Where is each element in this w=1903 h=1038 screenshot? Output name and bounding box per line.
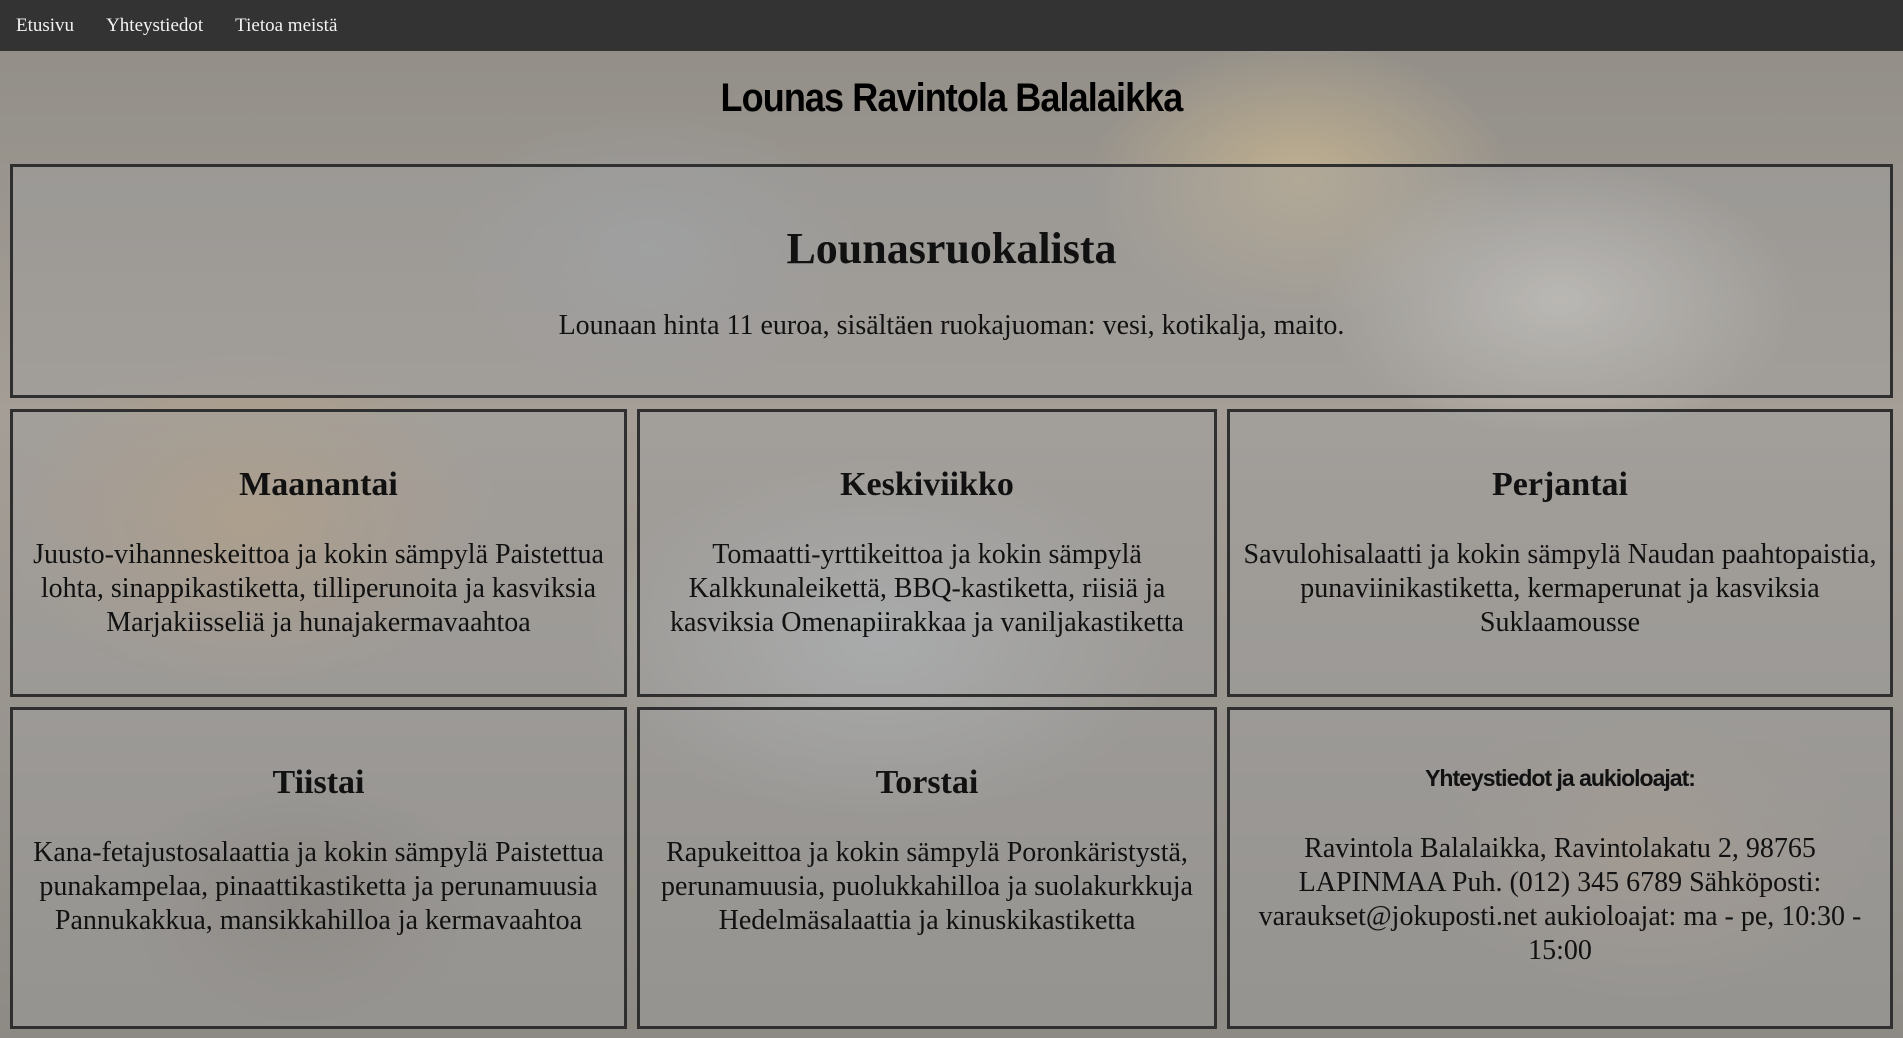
day-name-tuesday: Tiistai xyxy=(272,764,365,801)
day-card-wednesday: Keskiviikko Tomaatti-yrttikeittoa ja kok… xyxy=(637,409,1217,697)
day-menu-friday: Savulohisalaatti ja kokin sämpylä Naudan… xyxy=(1243,539,1877,638)
day-name-wednesday: Keskiviikko xyxy=(840,466,1014,503)
lunch-menu-header: Lounasruokalista Lounaan hinta 11 euroa,… xyxy=(10,164,1893,398)
contact-heading: Yhteystiedot ja aukioloajat: xyxy=(1425,765,1696,791)
day-card-monday: Maanantai Juusto-vihanneskeittoa ja koki… xyxy=(10,409,627,697)
nav-link-tietoa-meista[interactable]: Tietoa meistä xyxy=(219,0,353,51)
nav-link-etusivu[interactable]: Etusivu xyxy=(0,0,90,51)
contact-text: Ravintola Balalaikka, Ravintolakatu 2, 9… xyxy=(1258,833,1862,966)
day-menu-thursday: Rapukeittoa ja kokin sämpylä Poronkärist… xyxy=(661,837,1193,936)
day-name-monday: Maanantai xyxy=(239,466,398,503)
nav-link-yhteystiedot[interactable]: Yhteystiedot xyxy=(90,0,219,51)
day-menu-wednesday: Tomaatti-yrttikeittoa ja kokin sämpylä K… xyxy=(670,539,1184,638)
day-name-friday: Perjantai xyxy=(1492,466,1628,503)
day-card-thursday: Torstai Rapukeittoa ja kokin sämpylä Por… xyxy=(637,707,1217,1029)
day-name-thursday: Torstai xyxy=(875,764,979,801)
menu-price-text: Lounaan hinta 11 euroa, sisältäen ruokaj… xyxy=(558,310,1345,341)
day-menu-monday: Juusto-vihanneskeittoa ja kokin sämpylä … xyxy=(33,539,604,638)
day-menu-tuesday: Kana-fetajustosalaattia ja kokin sämpylä… xyxy=(33,837,604,936)
day-card-tuesday: Tiistai Kana-fetajustosalaattia ja kokin… xyxy=(10,707,627,1029)
day-card-friday: Perjantai Savulohisalaatti ja kokin sämp… xyxy=(1227,409,1893,697)
top-nav: Etusivu Yhteystiedot Tietoa meistä xyxy=(0,0,1903,51)
menu-heading: Lounasruokalista xyxy=(786,224,1117,273)
site-title: Lounas Ravintola Balalaikka xyxy=(720,76,1184,120)
contact-card: Yhteystiedot ja aukioloajat: Ravintola B… xyxy=(1227,707,1893,1029)
